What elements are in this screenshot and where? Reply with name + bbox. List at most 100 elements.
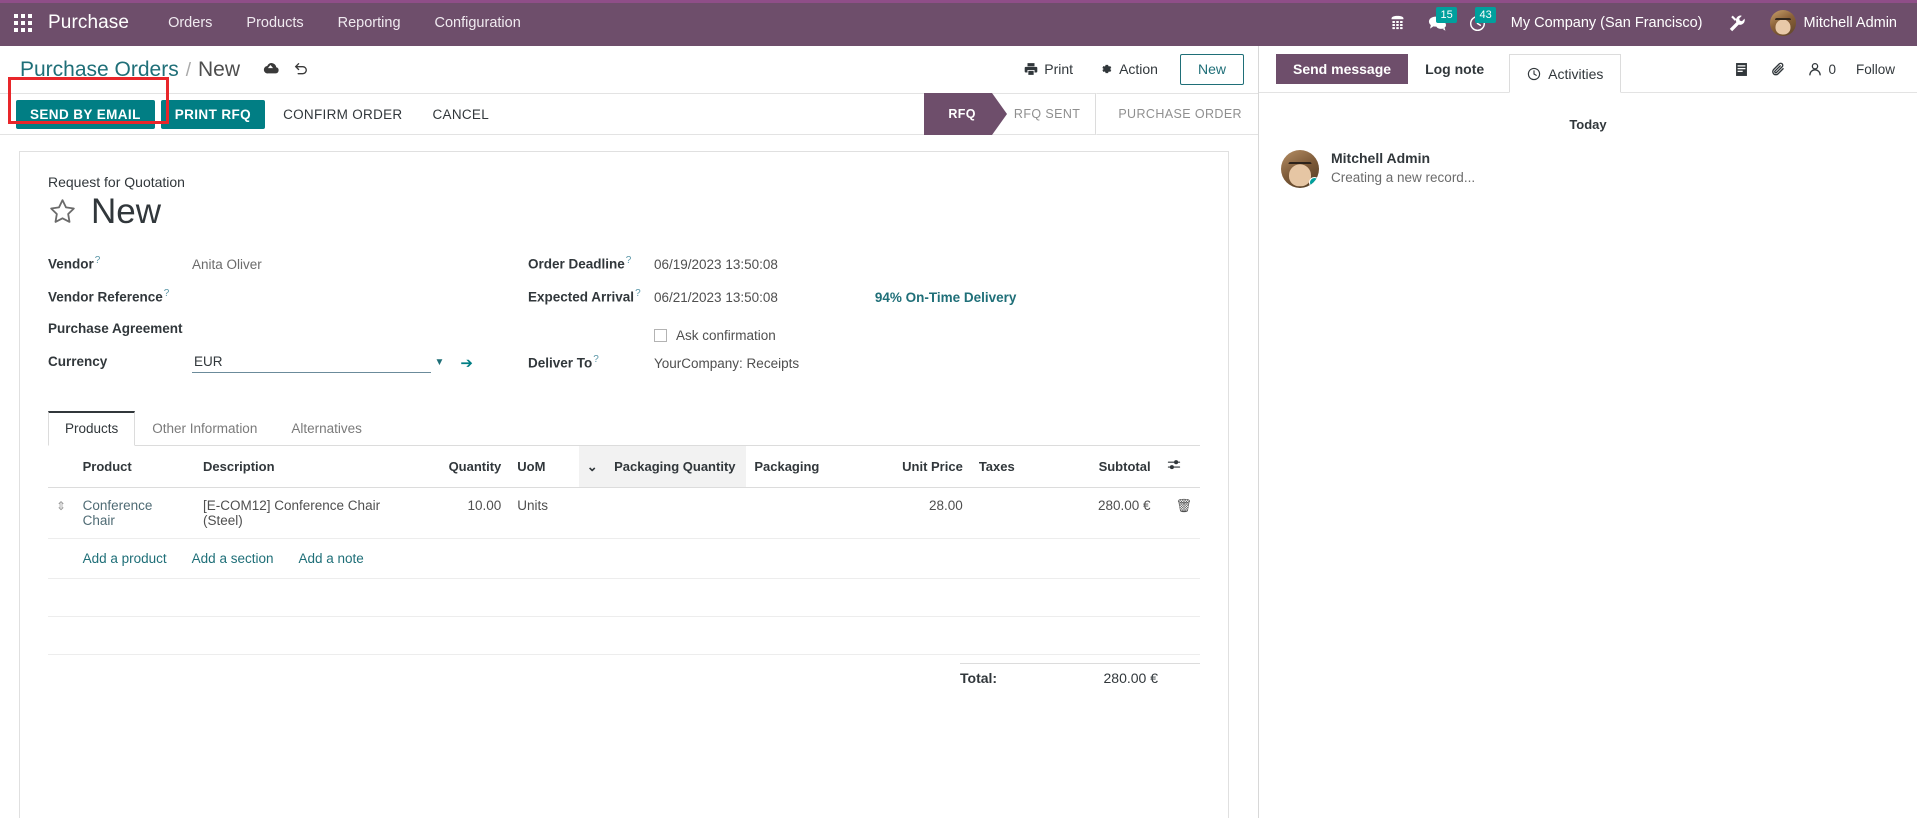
field-vendor-value[interactable]: Anita Oliver bbox=[192, 255, 262, 272]
column-subtotal[interactable]: Subtotal bbox=[1064, 446, 1159, 488]
breadcrumb-parent[interactable]: Purchase Orders bbox=[20, 58, 179, 82]
table-row[interactable]: ⇕ Conference Chair [E-COM12] Conference … bbox=[48, 487, 1200, 539]
messages-badge: 15 bbox=[1436, 7, 1457, 23]
user-menu[interactable]: Mitchell Admin bbox=[1758, 10, 1907, 36]
apps-grid-icon[interactable] bbox=[0, 0, 46, 46]
row-delete-cell[interactable]: 🗑 bbox=[1158, 487, 1200, 539]
status-stage-rfq[interactable]: RFQ bbox=[924, 93, 1007, 135]
activities-button[interactable]: Activities bbox=[1509, 54, 1622, 93]
add-links-row: Add a product Add a section Add a note bbox=[48, 538, 1200, 579]
status-stage-rfq-sent[interactable]: RFQ SENT bbox=[992, 93, 1096, 135]
main-menu: Orders Products Reporting Configuration bbox=[151, 0, 538, 46]
add-a-note-link[interactable]: Add a note bbox=[299, 551, 364, 566]
chevron-down-icon[interactable]: ⌄ bbox=[578, 446, 607, 488]
column-unit-price[interactable]: Unit Price bbox=[876, 446, 971, 488]
field-vendor-label: Vendor? bbox=[48, 253, 192, 272]
cell-taxes[interactable] bbox=[970, 487, 1065, 539]
messages-icon[interactable]: 15 bbox=[1417, 0, 1458, 46]
navbar-systray: 15 43 My Company (San Francisco) Mitchel… bbox=[1378, 0, 1917, 46]
message-author: Mitchell Admin bbox=[1331, 150, 1431, 166]
column-uom[interactable]: UoM bbox=[509, 446, 579, 488]
follow-button[interactable]: Follow bbox=[1846, 62, 1901, 77]
user-followers-icon[interactable]: 0 bbox=[1797, 61, 1846, 77]
print-rfq-button[interactable]: PRINT RFQ bbox=[160, 99, 266, 129]
cloud-save-icon[interactable] bbox=[261, 61, 280, 76]
send-message-button[interactable]: Send message bbox=[1276, 54, 1409, 84]
message-body: Creating a new record... bbox=[1331, 170, 1476, 185]
action-button[interactable]: Action bbox=[1086, 54, 1171, 84]
trash-icon[interactable]: 🗑 bbox=[1167, 498, 1192, 513]
company-switcher[interactable]: My Company (San Francisco) bbox=[1497, 15, 1717, 31]
form-action-buttons: SEND BY EMAIL PRINT RFQ CONFIRM ORDER CA… bbox=[16, 99, 501, 129]
add-a-section-link[interactable]: Add a section bbox=[192, 551, 274, 566]
cell-quantity[interactable]: 10.00 bbox=[415, 487, 510, 539]
table-header-row: Product Description Quantity UoM ⌄ Packa… bbox=[48, 446, 1200, 488]
cell-uom[interactable]: Units bbox=[509, 487, 579, 539]
help-icon[interactable]: ? bbox=[593, 354, 599, 365]
app-brand-name[interactable]: Purchase bbox=[46, 12, 151, 34]
drag-handle-icon[interactable]: ⇕ bbox=[56, 499, 66, 513]
help-icon[interactable]: ? bbox=[95, 255, 101, 266]
menu-item-configuration[interactable]: Configuration bbox=[418, 0, 538, 46]
wrench-tools-icon[interactable] bbox=[1717, 0, 1758, 46]
column-settings-sliders-icon[interactable] bbox=[1158, 446, 1200, 488]
column-taxes[interactable]: Taxes bbox=[970, 446, 1065, 488]
field-order-deadline-value[interactable]: 06/19/2023 13:50:08 bbox=[654, 255, 778, 272]
chatter-toolbar-spacer bbox=[1621, 46, 1723, 92]
field-order-deadline: Order Deadline? 06/19/2023 13:50:08 bbox=[528, 253, 1200, 286]
menu-item-products[interactable]: Products bbox=[229, 0, 320, 46]
ask-confirmation-checkbox[interactable] bbox=[654, 329, 667, 342]
tab-alternatives[interactable]: Alternatives bbox=[274, 411, 379, 446]
column-quantity[interactable]: Quantity bbox=[415, 446, 510, 488]
column-packaging-quantity[interactable]: Packaging Quantity bbox=[606, 446, 747, 488]
cancel-button[interactable]: CANCEL bbox=[420, 100, 501, 129]
cell-subtotal[interactable]: 280.00 € bbox=[1064, 487, 1159, 539]
help-icon[interactable]: ? bbox=[164, 288, 170, 299]
total-label: Total: bbox=[960, 670, 998, 686]
menu-item-reporting[interactable]: Reporting bbox=[321, 0, 418, 46]
form-sheet-background: Request for Quotation New Vendor? Anita … bbox=[0, 135, 1258, 818]
chevron-down-icon[interactable]: ▼ bbox=[431, 357, 451, 370]
activities-clock-icon[interactable]: 43 bbox=[1458, 0, 1497, 46]
breadcrumb-separator: / bbox=[185, 59, 192, 81]
cell-description[interactable]: [E-COM12] Conference Chair (Steel) bbox=[195, 487, 416, 539]
chatter-messages: Today Mitchell Admin Creating a new reco… bbox=[1259, 93, 1917, 818]
column-packaging[interactable]: Packaging bbox=[746, 446, 877, 488]
document-icon[interactable] bbox=[1723, 61, 1760, 78]
print-button[interactable]: Print bbox=[1011, 54, 1086, 84]
add-links-cell: Add a product Add a section Add a note bbox=[74, 538, 1200, 579]
new-record-button[interactable]: New bbox=[1179, 54, 1244, 85]
field-deliver-to-value[interactable]: YourCompany: Receipts bbox=[654, 354, 799, 371]
cell-packaging-quantity[interactable] bbox=[606, 487, 747, 539]
add-a-product-link[interactable]: Add a product bbox=[83, 551, 167, 566]
column-description[interactable]: Description bbox=[195, 446, 416, 488]
menu-item-orders[interactable]: Orders bbox=[151, 0, 229, 46]
tab-other-information[interactable]: Other Information bbox=[135, 411, 274, 446]
tab-products[interactable]: Products bbox=[48, 411, 136, 446]
totals-section: Total: 280.00 € bbox=[48, 655, 1200, 692]
field-currency: Currency ▼ ➔ bbox=[48, 352, 528, 385]
paperclip-icon[interactable] bbox=[1760, 61, 1797, 78]
column-product[interactable]: Product bbox=[74, 446, 195, 488]
favorite-star-icon[interactable] bbox=[48, 197, 77, 226]
help-icon[interactable]: ? bbox=[626, 255, 632, 266]
notebook-tabs: Products Other Information Alternatives bbox=[48, 411, 1200, 446]
row-drag-handle[interactable]: ⇕ bbox=[48, 487, 75, 539]
cell-product[interactable]: Conference Chair bbox=[74, 487, 195, 539]
voip-phone-icon[interactable] bbox=[1378, 0, 1417, 46]
confirm-order-button[interactable]: CONFIRM ORDER bbox=[271, 100, 414, 129]
status-stage-purchase-order[interactable]: PURCHASE ORDER bbox=[1095, 93, 1258, 135]
currency-input[interactable] bbox=[192, 353, 431, 373]
field-vendor-reference-label: Vendor Reference? bbox=[48, 286, 192, 305]
status-pipeline: RFQ RFQ SENT PURCHASE ORDER bbox=[924, 93, 1258, 135]
cell-packaging[interactable] bbox=[746, 487, 877, 539]
field-expected-arrival-value[interactable]: 06/21/2023 13:50:08 bbox=[654, 288, 778, 305]
cell-unit-price[interactable]: 28.00 bbox=[876, 487, 971, 539]
internal-link-arrow-icon[interactable]: ➔ bbox=[460, 354, 473, 372]
undo-discard-icon[interactable] bbox=[293, 60, 309, 76]
control-panel-actions: Print Action New bbox=[1011, 54, 1244, 85]
action-label: Action bbox=[1119, 61, 1158, 78]
help-icon[interactable]: ? bbox=[635, 288, 641, 299]
send-by-email-button[interactable]: SEND BY EMAIL bbox=[16, 99, 155, 129]
log-note-button[interactable]: Log note bbox=[1408, 46, 1501, 92]
